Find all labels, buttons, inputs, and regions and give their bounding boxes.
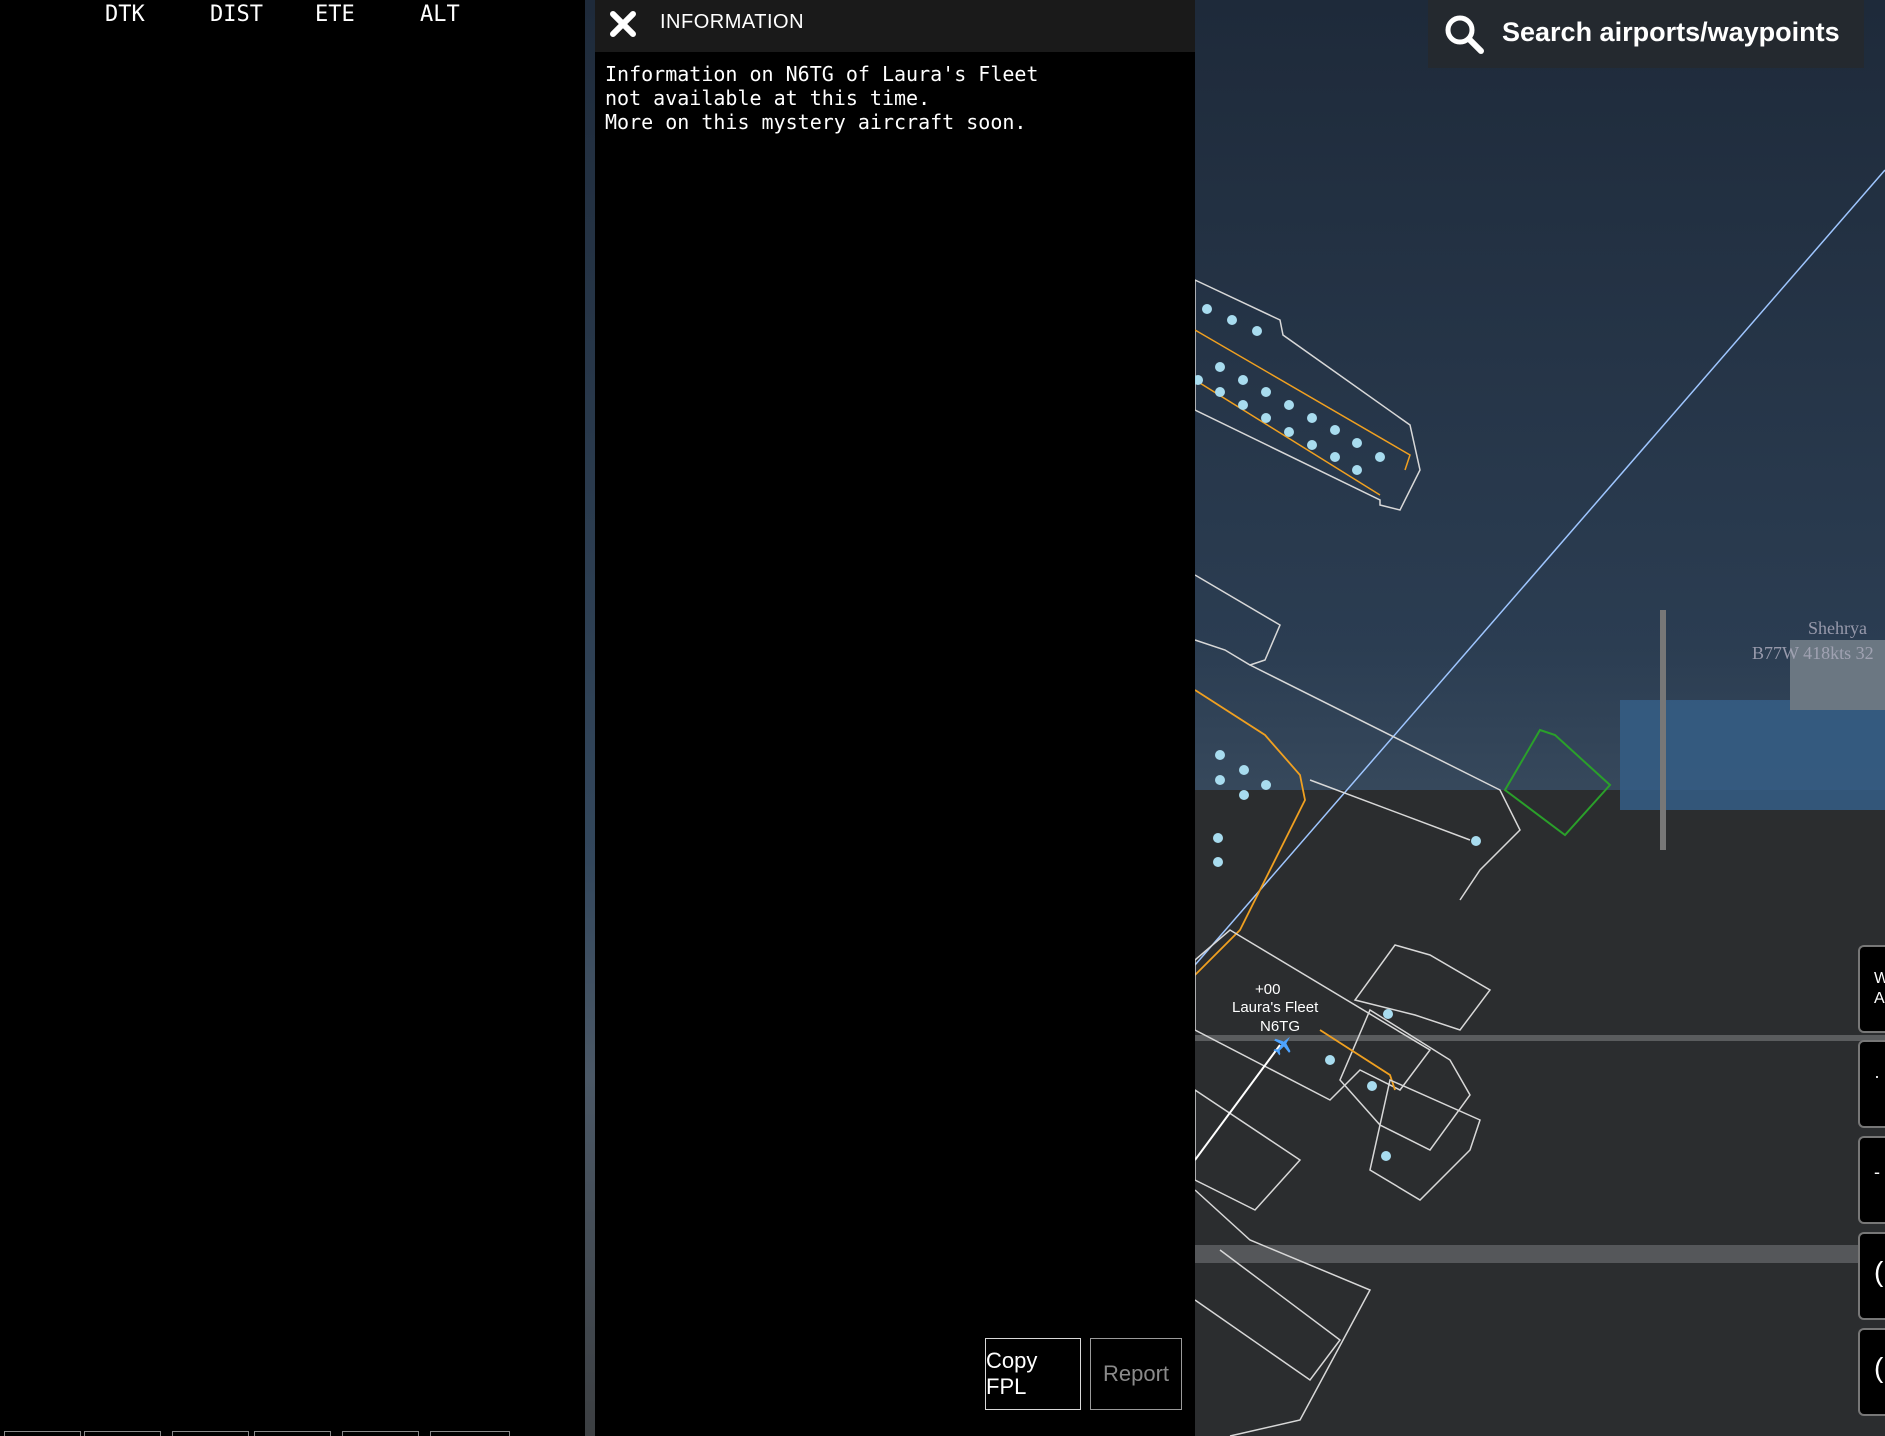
side-button[interactable]: ( (1858, 1328, 1885, 1416)
traffic-name-label[interactable]: Shehrya (1808, 618, 1867, 639)
side-button[interactable]: W A (1858, 945, 1885, 1033)
fpl-tab[interactable] (172, 1431, 249, 1436)
flight-plan-panel: DTK DIST ETE ALT (0, 0, 585, 1436)
information-line: Information on N6TG of Laura's Fleet (605, 62, 1039, 86)
own-aircraft-operator: Laura's Fleet (1232, 999, 1319, 1016)
side-button-label: · (1874, 1066, 1880, 1086)
side-button[interactable]: ( (1858, 1232, 1885, 1320)
side-button-label: ( (1874, 1352, 1884, 1383)
traffic-info-label[interactable]: B77W 418kts 32 (1752, 643, 1874, 664)
side-button-label: - (1874, 1162, 1880, 1182)
search-icon (1445, 15, 1484, 54)
copy-fpl-button[interactable]: Copy FPL (985, 1338, 1081, 1410)
fpl-column-dist: DIST (210, 2, 263, 27)
fpl-tab[interactable] (84, 1431, 161, 1436)
information-line: not available at this time. (605, 86, 931, 110)
fpl-column-dtk: DTK (105, 2, 145, 27)
airplane-icon[interactable] (1270, 1032, 1296, 1058)
fpl-tab[interactable] (254, 1431, 331, 1436)
side-button[interactable]: - (1858, 1136, 1885, 1224)
side-button-label: ( (1874, 1256, 1884, 1287)
fpl-tab[interactable] (4, 1431, 81, 1436)
fpl-tab[interactable] (342, 1431, 419, 1436)
fpl-bottom-tabs (0, 1430, 585, 1436)
information-text: Information on N6TG of Laura's Fleet not … (605, 62, 1038, 134)
search-bar[interactable]: Search airports/waypoints (1428, 0, 1864, 68)
search-label: Search airports/waypoints (1502, 17, 1840, 47)
information-panel: INFORMATION Information on N6TG of Laura… (595, 0, 1195, 1436)
close-icon (610, 11, 636, 37)
side-button[interactable]: · (1858, 1040, 1885, 1128)
side-button-label: W A (1874, 970, 1885, 1007)
close-button[interactable] (603, 4, 643, 44)
information-header: INFORMATION (595, 0, 1195, 52)
own-aircraft-altitude: +00 (1255, 981, 1281, 998)
report-button[interactable]: Report (1090, 1338, 1182, 1410)
information-line: More on this mystery aircraft soon. (605, 110, 1027, 134)
panel-divider[interactable] (585, 0, 595, 1436)
fpl-column-alt: ALT (420, 2, 460, 27)
fpl-tab[interactable] (430, 1431, 510, 1436)
information-title: INFORMATION (660, 11, 805, 33)
fpl-column-ete: ETE (315, 2, 355, 27)
